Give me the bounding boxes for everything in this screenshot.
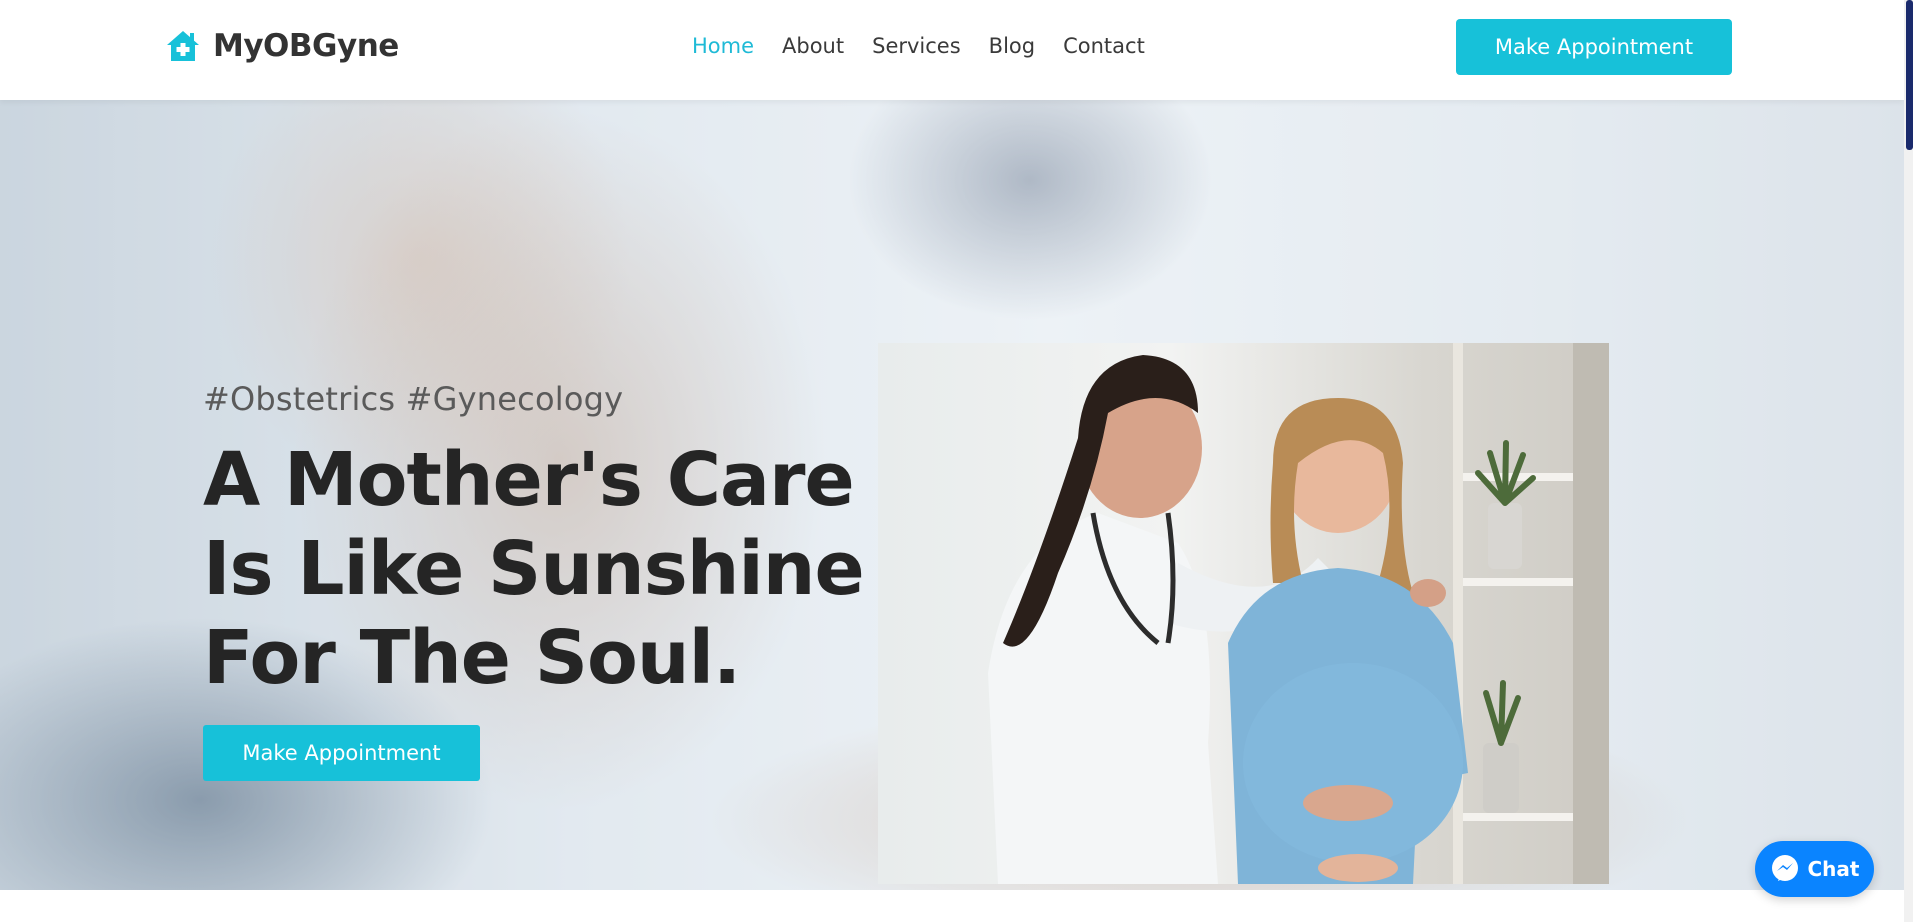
hero-headline: A Mother's Care Is Like Sunshine For The… bbox=[203, 436, 865, 703]
chat-label: Chat bbox=[1807, 857, 1860, 881]
logo-text: MyOBGyne bbox=[213, 28, 399, 64]
site-logo[interactable]: MyOBGyne bbox=[165, 28, 399, 64]
chat-widget-button[interactable]: Chat bbox=[1755, 841, 1874, 897]
headline-line: Is Like Sunshine bbox=[203, 526, 865, 612]
nav-home[interactable]: Home bbox=[692, 34, 754, 58]
header-make-appointment-button[interactable]: Make Appointment bbox=[1456, 19, 1732, 75]
site-header: MyOBGyne Home About Services Blog Contac… bbox=[0, 0, 1904, 100]
doctor-patient-illustration bbox=[988, 343, 1609, 884]
hero-tagline: #Obstetrics #Gynecology bbox=[203, 380, 624, 418]
messenger-icon bbox=[1771, 855, 1798, 881]
hero-feature-image bbox=[878, 343, 1609, 884]
nav-about[interactable]: About bbox=[782, 34, 844, 58]
hero-section: #Obstetrics #Gynecology A Mother's Care … bbox=[0, 100, 1904, 890]
headline-line: A Mother's Care bbox=[203, 437, 855, 523]
main-nav: Home About Services Blog Contact bbox=[692, 34, 1145, 58]
page-scrollbar-thumb[interactable] bbox=[1906, 0, 1913, 150]
nav-contact[interactable]: Contact bbox=[1063, 34, 1145, 58]
hero-content: #Obstetrics #Gynecology A Mother's Care … bbox=[203, 380, 865, 781]
nav-blog[interactable]: Blog bbox=[989, 34, 1035, 58]
nav-services[interactable]: Services bbox=[872, 34, 961, 58]
hero-make-appointment-button[interactable]: Make Appointment bbox=[203, 725, 480, 781]
house-medical-icon bbox=[167, 31, 199, 61]
headline-line: For The Soul. bbox=[203, 615, 741, 701]
